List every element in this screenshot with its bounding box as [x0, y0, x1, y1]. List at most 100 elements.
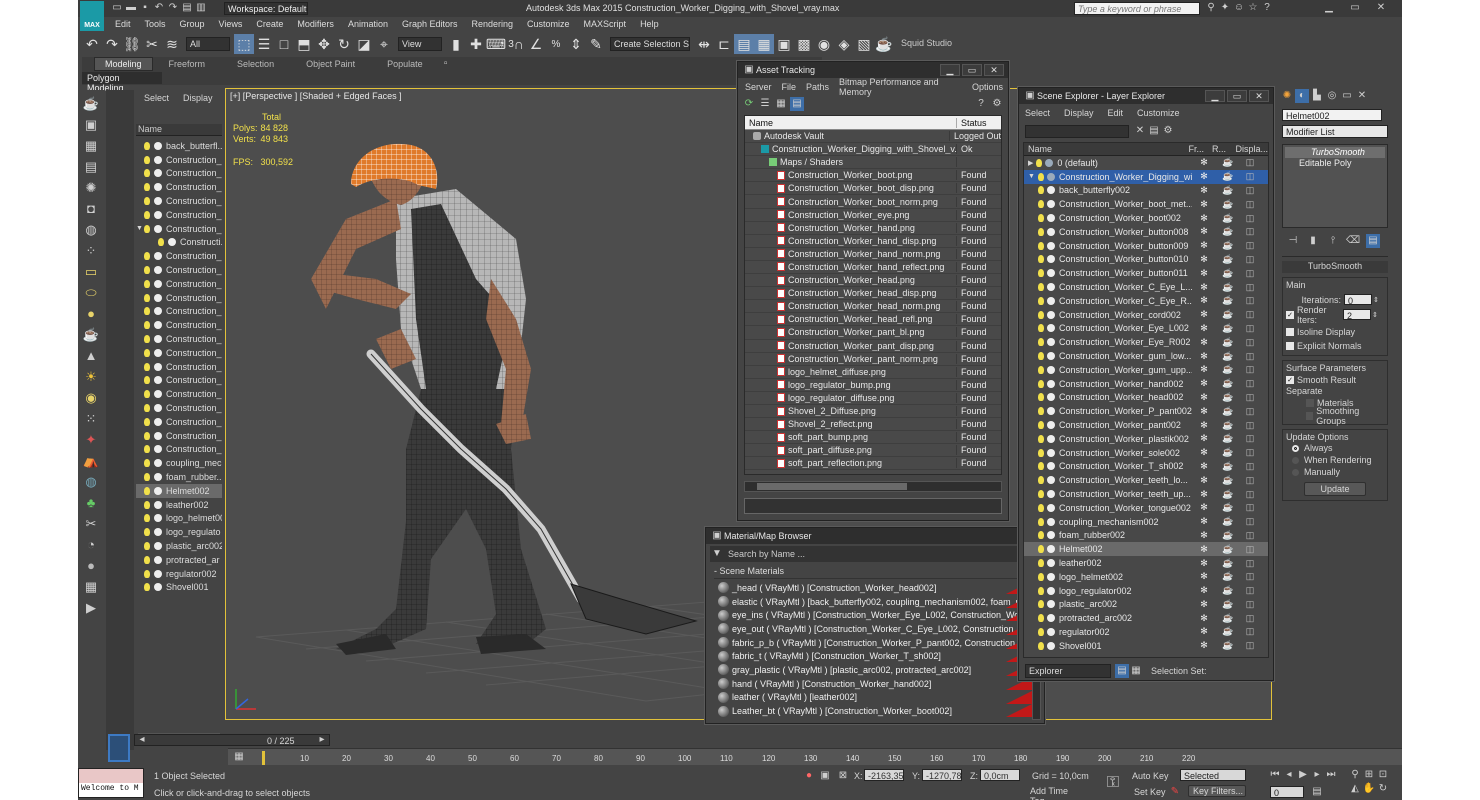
material-item[interactable]: eye_ins ( VRayMtl ) [Construction_Worker…: [718, 608, 1032, 622]
bind-spacewarp-icon[interactable]: ≋: [162, 34, 182, 54]
visibility-eye-icon[interactable]: [154, 486, 162, 495]
freeze-snowflake-icon[interactable]: ✻: [1192, 268, 1216, 279]
light-bulb-icon[interactable]: [144, 348, 150, 357]
visibility-eye-icon[interactable]: [1047, 269, 1055, 278]
light-bulb-icon[interactable]: [144, 500, 150, 509]
freeze-snowflake-icon[interactable]: ✻: [1192, 461, 1216, 472]
visibility-eye-icon[interactable]: [1047, 200, 1055, 209]
motion-tab-icon[interactable]: ◎: [1325, 89, 1339, 103]
cylinder-icon[interactable]: ⬭: [82, 283, 100, 301]
light-bulb-icon[interactable]: [144, 169, 150, 178]
save-file-icon[interactable]: ▪: [138, 1, 152, 15]
menu-customize[interactable]: Customize: [520, 19, 577, 29]
material-item[interactable]: hand ( VRayMtl ) [Construction_Worker_ha…: [718, 676, 1032, 691]
box-icon[interactable]: ▭: [82, 262, 100, 280]
asset-menu-options[interactable]: Options: [967, 82, 1008, 92]
spacewarp-icon[interactable]: ⛺: [82, 451, 100, 469]
layer-row[interactable]: regulator002 ✻ ☕ ◫: [1024, 625, 1268, 639]
visibility-eye-icon[interactable]: [1047, 586, 1055, 595]
teapot-yellow-icon[interactable]: ☕: [82, 325, 100, 343]
light-bulb-icon[interactable]: [144, 321, 150, 330]
display-mode-icon[interactable]: ◫: [1240, 447, 1260, 458]
freeze-snowflake-icon[interactable]: ✻: [1192, 489, 1216, 500]
visibility-eye-icon[interactable]: [1047, 476, 1055, 485]
layer-explorer-min-icon[interactable]: ▁: [1205, 90, 1225, 102]
named-selection-sets-dropdown[interactable]: Create Selection Se: [610, 37, 690, 51]
renderable-teapot-icon[interactable]: ☕: [1216, 406, 1240, 417]
left-explorer-row[interactable]: ▼ Construction_...: [136, 222, 222, 236]
asset-max-icon[interactable]: ▭: [962, 64, 982, 76]
visibility-eye-icon[interactable]: [154, 376, 162, 385]
light-bulb-icon[interactable]: [144, 445, 150, 454]
visibility-eye-icon[interactable]: [1047, 324, 1055, 333]
asset-row[interactable]: Construction_Worker_Digging_with_Shovel_…: [745, 143, 1001, 157]
star-icon[interactable]: ☆: [1246, 1, 1260, 15]
left-explorer-row[interactable]: Construction_...: [136, 401, 222, 415]
asset-row[interactable]: Construction_Worker_boot.png Found: [745, 169, 1001, 183]
freeze-snowflake-icon[interactable]: ✻: [1192, 530, 1216, 541]
redo-button-icon[interactable]: ↷: [102, 34, 122, 54]
layer-row[interactable]: Construction_Worker_boot_met... ✻ ☕ ◫: [1024, 197, 1268, 211]
materials-checkbox[interactable]: [1306, 398, 1314, 407]
light-bulb-icon[interactable]: [1036, 158, 1043, 167]
time-slider[interactable]: ◂ 0 / 225 ▸: [134, 734, 330, 746]
left-explorer-row[interactable]: foam_rubber...: [136, 470, 222, 484]
layer-row[interactable]: Shovel001 ✻ ☕ ◫: [1024, 639, 1268, 653]
visibility-eye-icon[interactable]: [1047, 627, 1055, 636]
light-bulb-icon[interactable]: [144, 473, 150, 482]
visibility-eye-icon[interactable]: [154, 390, 162, 399]
time-prev-icon[interactable]: ◂: [135, 733, 149, 747]
align-icon[interactable]: ⊏: [714, 34, 734, 54]
light-bulb-icon[interactable]: [144, 569, 150, 578]
light-bulb-icon[interactable]: [144, 542, 150, 550]
calculator2-icon[interactable]: ▦: [82, 577, 100, 595]
freeze-snowflake-icon[interactable]: ✻: [1192, 240, 1216, 251]
show-end-result-icon[interactable]: ▮: [1306, 234, 1320, 248]
workspace-dropdown[interactable]: Workspace: Default: [224, 2, 308, 15]
visibility-eye-icon[interactable]: [154, 542, 162, 550]
material-item[interactable]: elastic ( VRayMtl ) [back_butterfly002, …: [718, 594, 1032, 609]
display-mode-icon[interactable]: ◫: [1240, 406, 1260, 417]
light-bulb-icon[interactable]: [144, 404, 150, 413]
display-mode-icon[interactable]: ◫: [1240, 433, 1260, 444]
make-unique-icon[interactable]: ⫯: [1326, 234, 1340, 248]
renderable-teapot-icon[interactable]: ☕: [1216, 268, 1240, 279]
asset-row[interactable]: Maps / Shaders: [745, 156, 1001, 170]
layer-explorer-toggle-icon[interactable]: ▤: [1115, 664, 1129, 678]
light-bulb-icon[interactable]: [1038, 407, 1044, 416]
angle-snap-icon[interactable]: ∠: [526, 34, 546, 54]
studio-dropdown[interactable]: Squid Studio v: [898, 37, 954, 51]
layer-row[interactable]: Construction_Worker_Eye_L002 ✻ ☕ ◫: [1024, 322, 1268, 336]
asset-row[interactable]: Construction_Worker_hand_disp.png Found: [745, 235, 1001, 248]
left-explorer-row[interactable]: protracted_ar: [136, 553, 222, 567]
left-explorer-row[interactable]: Construction_...: [136, 346, 222, 360]
asset-menu-server[interactable]: Server: [740, 82, 777, 92]
left-explorer-row[interactable]: Construction_...: [136, 291, 222, 305]
material-item[interactable]: fabric_t ( VRayMtl ) [Construction_Worke…: [718, 649, 1032, 663]
asset-row[interactable]: soft_part_reflection.png Found: [745, 457, 1001, 471]
help-icon[interactable]: ?: [1260, 1, 1274, 15]
material-item[interactable]: Leather_bt ( VRayMtl ) [Construction_Wor…: [718, 704, 1032, 717]
light-bulb-icon[interactable]: [144, 583, 150, 592]
menu-modifiers[interactable]: Modifiers: [290, 19, 341, 29]
layer-col-freeze[interactable]: Fr...: [1189, 144, 1212, 154]
menu-animation[interactable]: Animation: [341, 19, 395, 29]
renderable-teapot-icon[interactable]: ☕: [1216, 626, 1240, 637]
layer-row[interactable]: logo_helmet002 ✻ ☕ ◫: [1024, 570, 1268, 584]
light-bulb-icon[interactable]: [1038, 421, 1044, 430]
modify-tab-icon[interactable]: ◐: [1295, 89, 1309, 103]
freeze-snowflake-icon[interactable]: ✻: [1192, 475, 1216, 486]
object-name-field[interactable]: Helmet002: [1282, 109, 1382, 121]
ribbon-tab-selection[interactable]: Selection: [221, 58, 290, 70]
material-item[interactable]: leather ( VRayMtl ) [leather002]: [718, 690, 1032, 705]
material-editor-icon[interactable]: ◉: [814, 34, 834, 54]
scale-icon[interactable]: ◪: [354, 34, 374, 54]
find-icon[interactable]: ▤: [1147, 124, 1161, 138]
left-explorer-row[interactable]: logo_regulato: [136, 525, 222, 539]
light-bulb-icon[interactable]: [1038, 627, 1044, 636]
renderable-teapot-icon[interactable]: ☕: [1216, 295, 1240, 306]
visibility-eye-icon[interactable]: [154, 583, 162, 592]
visibility-eye-icon[interactable]: [154, 528, 162, 537]
display-mode-icon[interactable]: ◫: [1240, 185, 1260, 196]
visibility-eye-icon[interactable]: [154, 321, 162, 330]
